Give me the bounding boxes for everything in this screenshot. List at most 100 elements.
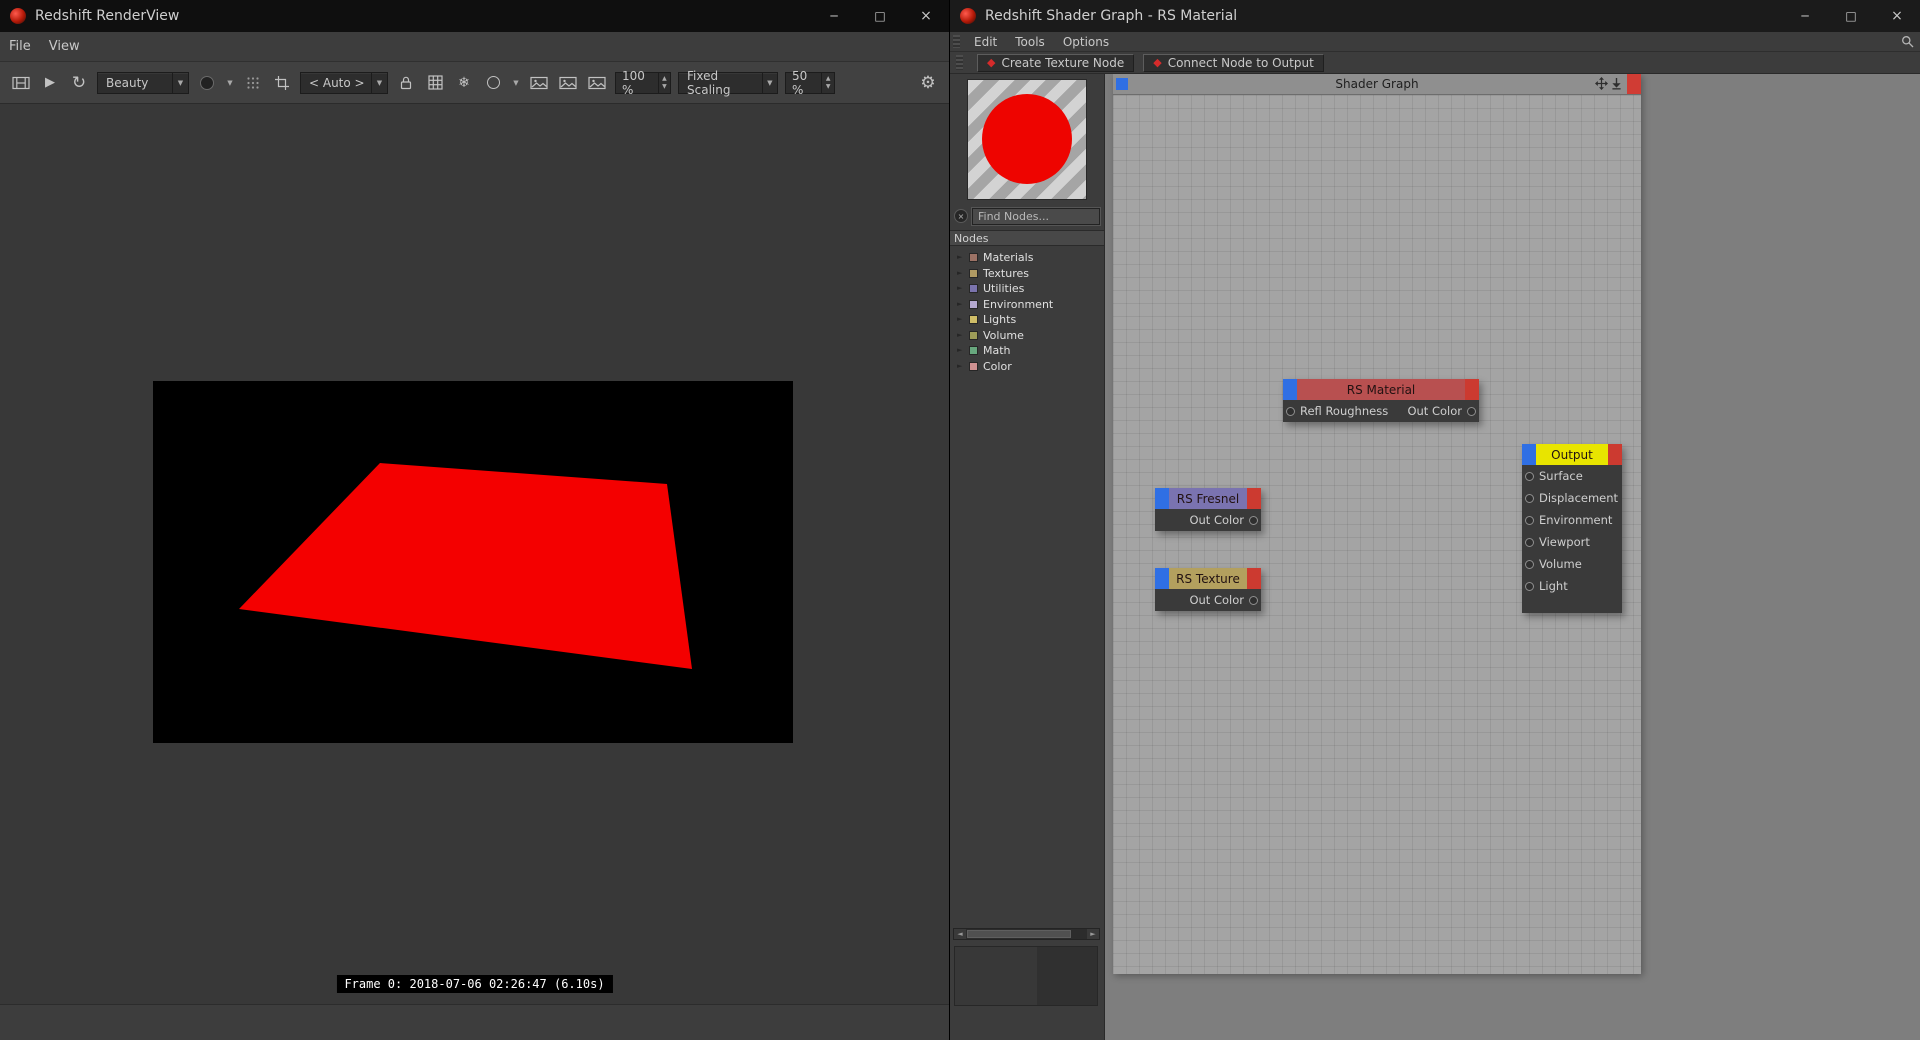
tree-item-lights[interactable]: ► Lights: [950, 312, 1104, 328]
node-rs-texture[interactable]: RS Texture Out Color: [1155, 568, 1261, 611]
tree-item-environment[interactable]: ► Environment: [950, 297, 1104, 313]
tree-item-utilities[interactable]: ► Utilities: [950, 281, 1104, 297]
output-port[interactable]: [1249, 516, 1258, 525]
input-port[interactable]: [1525, 494, 1534, 503]
restart-render-button[interactable]: ↻: [68, 72, 90, 94]
close-button[interactable]: ×: [1874, 0, 1920, 32]
create-texture-node-button[interactable]: ◆ Create Texture Node: [977, 54, 1134, 72]
menu-tools[interactable]: Tools: [1006, 32, 1054, 51]
tree-item-color[interactable]: ► Color: [950, 359, 1104, 375]
node-output[interactable]: Output Surface Displacement: [1522, 444, 1622, 613]
graph-title: Shader Graph: [1113, 77, 1641, 91]
pan-move-icon[interactable]: [1595, 75, 1608, 94]
expand-arrow-icon[interactable]: ►: [957, 347, 964, 354]
crop-region-button[interactable]: [271, 72, 293, 94]
clear-search-icon[interactable]: ×: [954, 209, 968, 223]
menu-file[interactable]: File: [0, 32, 40, 61]
input-port[interactable]: [1286, 407, 1295, 416]
spinner-down-icon[interactable]: ▼: [662, 83, 667, 91]
node-preview-box: [954, 946, 1098, 1006]
search-icon[interactable]: [1901, 35, 1914, 48]
tree-item-textures[interactable]: ► Textures: [950, 266, 1104, 282]
zoom-spinner[interactable]: 100 % ▲ ▼: [615, 72, 671, 94]
tree-item-math[interactable]: ► Math: [950, 343, 1104, 359]
category-color-swatch: [969, 362, 978, 371]
minimize-button[interactable]: ─: [1782, 0, 1828, 32]
scrollbar-thumb[interactable]: [967, 930, 1071, 938]
start-render-button[interactable]: ▶: [39, 72, 61, 94]
graph-red-tab-icon[interactable]: [1627, 74, 1641, 94]
node-header[interactable]: RS Fresnel: [1155, 488, 1261, 509]
renderview-menubar: File View: [0, 32, 949, 62]
expand-arrow-icon[interactable]: ►: [957, 363, 964, 370]
scroll-right-icon[interactable]: ►: [1087, 929, 1099, 939]
node-rs-fresnel[interactable]: RS Fresnel Out Color: [1155, 488, 1261, 531]
node-rs-material[interactable]: RS Material Refl Roughness Out Color: [1283, 379, 1479, 422]
shader-graph-header[interactable]: Shader Graph: [1113, 74, 1641, 95]
expand-arrow-icon[interactable]: ►: [957, 254, 964, 261]
display-mode-button[interactable]: [196, 72, 218, 94]
connect-node-to-output-button[interactable]: ◆ Connect Node to Output: [1143, 54, 1324, 72]
lock-icon[interactable]: [395, 72, 417, 94]
close-button[interactable]: ×: [903, 0, 949, 32]
expand-arrow-icon[interactable]: ►: [957, 270, 964, 277]
spinner-arrows[interactable]: ▲ ▼: [658, 73, 670, 93]
node-header[interactable]: RS Material: [1283, 379, 1479, 400]
panel-horizontal-scrollbar[interactable]: ◄ ►: [953, 928, 1100, 940]
find-nodes-input[interactable]: [972, 208, 1100, 225]
snapshot-image-a-icon[interactable]: [528, 72, 550, 94]
node-port-row: Viewport: [1522, 531, 1622, 553]
input-port[interactable]: [1525, 538, 1534, 547]
palette-grip[interactable]: [956, 55, 963, 70]
expand-arrow-icon[interactable]: ►: [957, 285, 964, 292]
shader-graph-sheet[interactable]: Shader Graph: [1113, 74, 1641, 974]
spinner-up-icon[interactable]: ▲: [826, 75, 831, 83]
scale-spinner[interactable]: 50 % ▲ ▼: [785, 72, 835, 94]
scroll-left-icon[interactable]: ◄: [954, 929, 966, 939]
fit-view-down-arrow-icon[interactable]: [1611, 75, 1622, 94]
tree-item-volume[interactable]: ► Volume: [950, 328, 1104, 344]
menu-options[interactable]: Options: [1054, 32, 1118, 51]
color-circle-arrow-icon[interactable]: ▼: [511, 79, 521, 87]
region-dots-icon[interactable]: [242, 72, 264, 94]
shadergraph-titlebar[interactable]: Redshift Shader Graph - RS Material ─ □ …: [950, 0, 1920, 32]
node-port-row: Environment: [1522, 509, 1622, 531]
minimize-button[interactable]: ─: [811, 0, 857, 32]
snapshot-image-c-icon[interactable]: [586, 72, 608, 94]
palette-grip[interactable]: [953, 35, 960, 48]
color-circle-button[interactable]: [482, 72, 504, 94]
input-port[interactable]: [1525, 516, 1534, 525]
category-color-swatch: [969, 315, 978, 324]
input-port[interactable]: [1525, 560, 1534, 569]
input-port[interactable]: [1525, 582, 1534, 591]
bucket-grid-icon[interactable]: [424, 72, 446, 94]
output-port[interactable]: [1467, 407, 1476, 416]
renderview-titlebar[interactable]: Redshift RenderView ─ □ ×: [0, 0, 949, 32]
tree-item-materials[interactable]: ► Materials: [950, 250, 1104, 266]
maximize-button[interactable]: □: [857, 0, 903, 32]
expand-arrow-icon[interactable]: ►: [957, 301, 964, 308]
maximize-button[interactable]: □: [1828, 0, 1874, 32]
snapshot-image-b-icon[interactable]: [557, 72, 579, 94]
menu-view[interactable]: View: [40, 32, 89, 61]
snapshot-film-icon[interactable]: [10, 72, 32, 94]
spinner-down-icon[interactable]: ▼: [826, 83, 831, 91]
display-mode-arrow-icon[interactable]: ▼: [225, 79, 235, 87]
node-header[interactable]: Output: [1522, 444, 1622, 465]
output-port[interactable]: [1249, 596, 1258, 605]
spinner-up-icon[interactable]: ▲: [662, 75, 667, 83]
aov-mode-dropdown[interactable]: Beauty ▼: [97, 72, 189, 94]
material-preview-sphere: [982, 94, 1072, 184]
node-header[interactable]: RS Texture: [1155, 568, 1261, 589]
expand-arrow-icon[interactable]: ►: [957, 316, 964, 323]
graph-viewport[interactable]: Shader Graph: [1105, 74, 1920, 1040]
scaling-mode-dropdown[interactable]: Fixed Scaling ▼: [678, 72, 778, 94]
bucket-mode-dropdown[interactable]: < Auto > ▼: [300, 72, 388, 94]
render-viewport[interactable]: Frame 0: 2018-07-06 02:26:47 (6.10s): [0, 104, 949, 1004]
settings-gear-icon[interactable]: ⚙: [917, 72, 939, 94]
snapshot-freeze-icon[interactable]: ❄: [453, 72, 475, 94]
menu-edit[interactable]: Edit: [965, 32, 1006, 51]
expand-arrow-icon[interactable]: ►: [957, 332, 964, 339]
input-port[interactable]: [1525, 472, 1534, 481]
spinner-arrows[interactable]: ▲ ▼: [821, 73, 834, 93]
